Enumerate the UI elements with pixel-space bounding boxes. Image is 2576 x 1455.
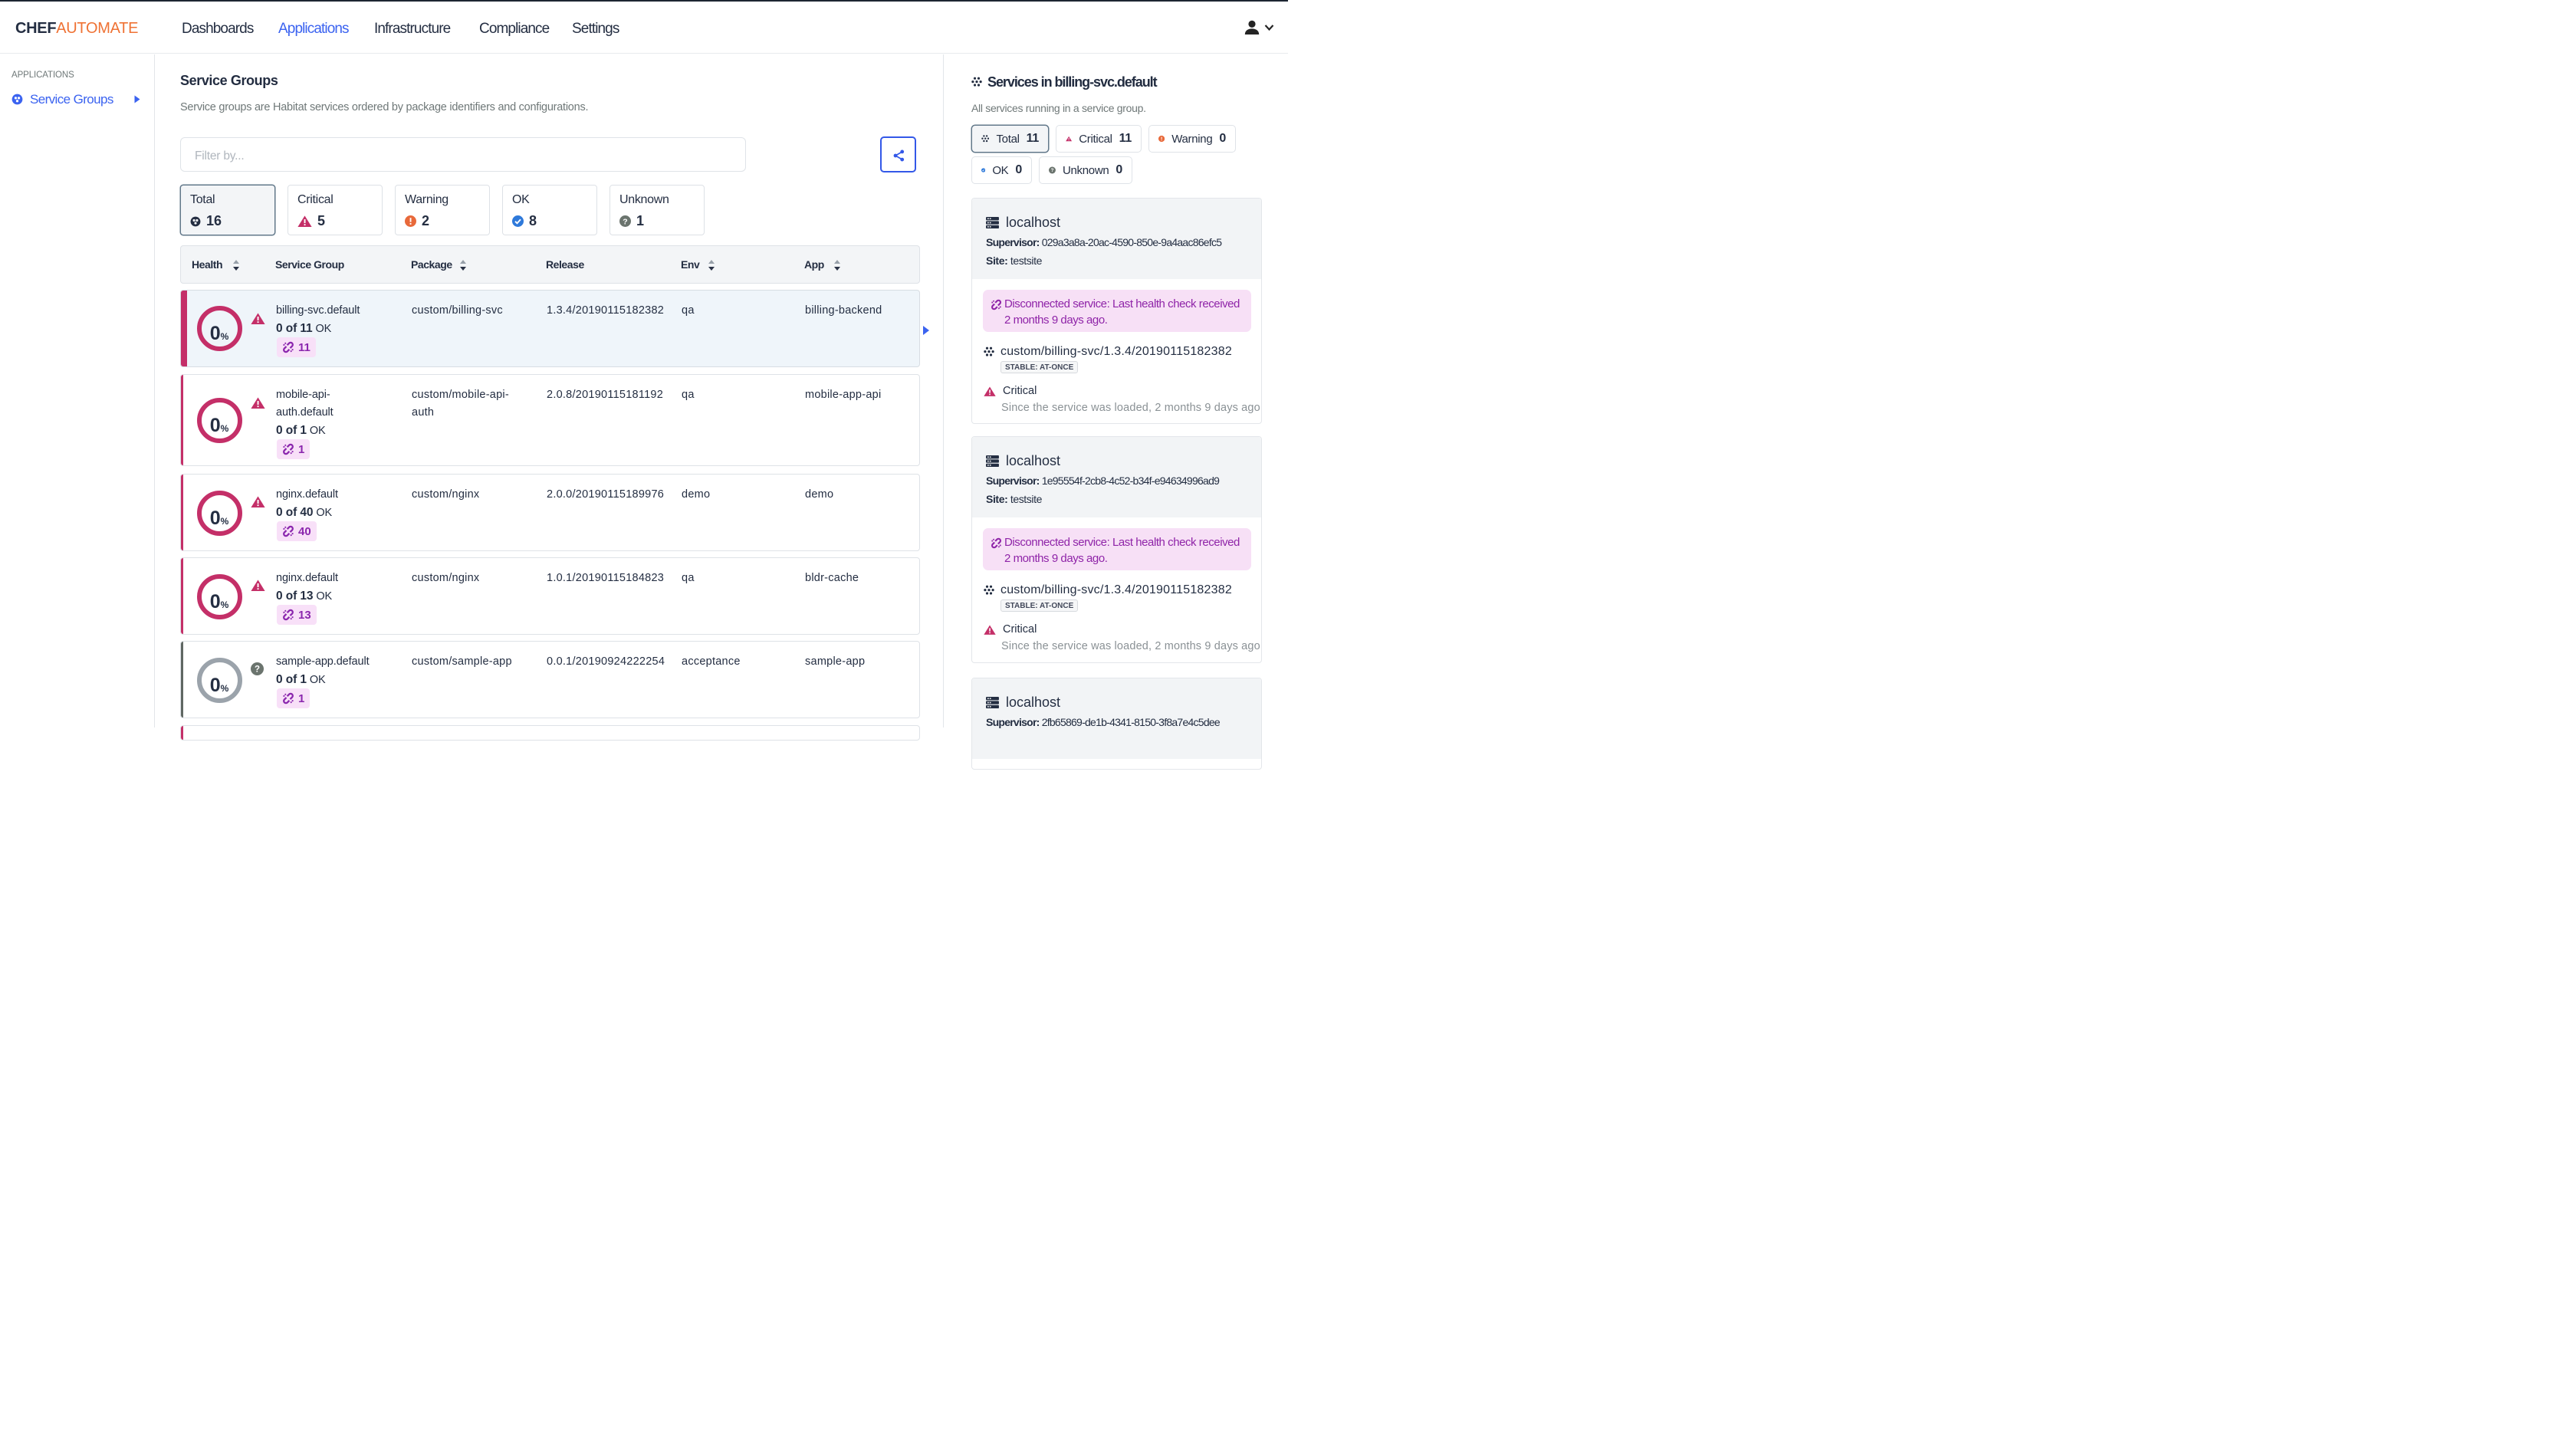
svg-text:?: ?: [1051, 168, 1054, 173]
svg-text:?: ?: [623, 217, 627, 226]
svg-text:?: ?: [255, 665, 260, 675]
